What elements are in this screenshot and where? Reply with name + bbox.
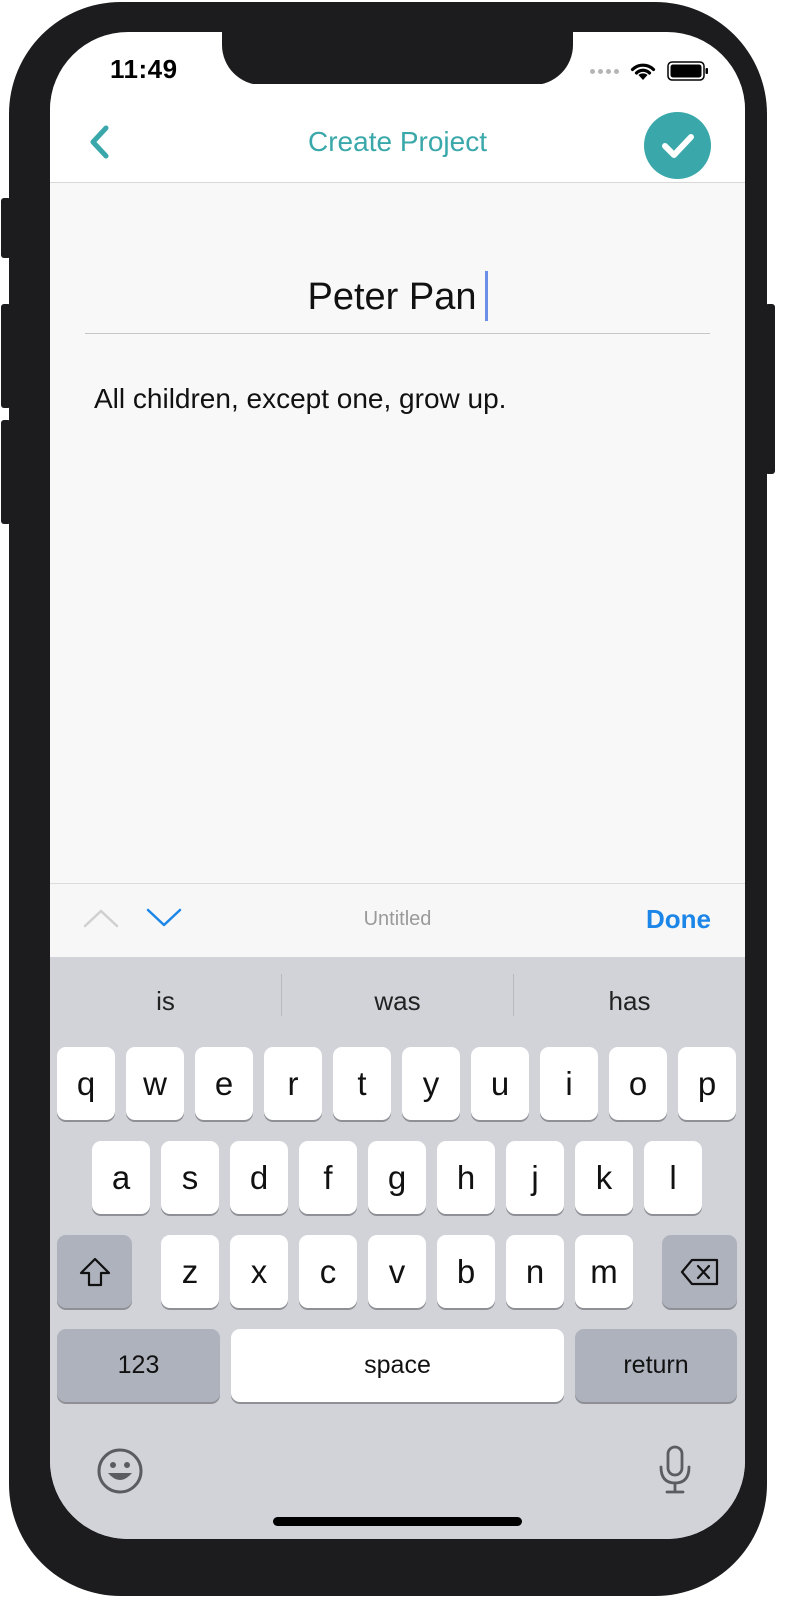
- status-icons: [590, 60, 709, 82]
- key-c[interactable]: c: [299, 1235, 357, 1308]
- space-key[interactable]: space: [231, 1329, 564, 1402]
- key-h[interactable]: h: [437, 1141, 495, 1214]
- phone-frame: 11:49 Create Project Peter Pan All child…: [9, 2, 767, 1596]
- suggestion-1[interactable]: is: [50, 957, 281, 1045]
- key-z[interactable]: z: [161, 1235, 219, 1308]
- key-r[interactable]: r: [264, 1047, 322, 1120]
- status-time: 11:49: [110, 54, 178, 84]
- key-a[interactable]: a: [92, 1141, 150, 1214]
- key-u[interactable]: u: [471, 1047, 529, 1120]
- keyboard-accessory-bar: Untitled Done: [50, 883, 745, 958]
- shift-key[interactable]: [57, 1235, 132, 1308]
- key-v[interactable]: v: [368, 1235, 426, 1308]
- key-x[interactable]: x: [230, 1235, 288, 1308]
- key-j[interactable]: j: [506, 1141, 564, 1214]
- emoji-icon: [97, 1448, 143, 1494]
- suggestion-2[interactable]: was: [282, 957, 513, 1045]
- return-key[interactable]: return: [575, 1329, 737, 1402]
- key-f[interactable]: f: [299, 1141, 357, 1214]
- cellular-signal-icon: [590, 68, 619, 74]
- editor-area: Peter Pan All children, except one, grow…: [50, 183, 745, 883]
- key-i[interactable]: i: [540, 1047, 598, 1120]
- key-g[interactable]: g: [368, 1141, 426, 1214]
- key-p[interactable]: p: [678, 1047, 736, 1120]
- checkmark-icon: [661, 133, 694, 158]
- key-w[interactable]: w: [126, 1047, 184, 1120]
- key-q[interactable]: q: [57, 1047, 115, 1120]
- backspace-icon: [680, 1258, 718, 1285]
- notch: [222, 32, 573, 85]
- accessory-field-label: Untitled: [363, 908, 432, 930]
- delete-key[interactable]: [662, 1235, 737, 1308]
- key-y[interactable]: y: [402, 1047, 460, 1120]
- key-o[interactable]: o: [609, 1047, 667, 1120]
- suggestion-3[interactable]: has: [514, 957, 745, 1045]
- project-description-input[interactable]: All children, except one, grow up.: [94, 383, 506, 415]
- confirm-button[interactable]: [644, 112, 711, 179]
- key-e[interactable]: e: [195, 1047, 253, 1120]
- project-title-value: Peter Pan: [307, 276, 477, 318]
- key-s[interactable]: s: [161, 1141, 219, 1214]
- dictation-button[interactable]: [658, 1445, 692, 1500]
- key-k[interactable]: k: [575, 1141, 633, 1214]
- battery-icon: [667, 61, 708, 81]
- numbers-key[interactable]: 123: [57, 1329, 220, 1402]
- shift-arrow-icon: [79, 1257, 110, 1286]
- home-indicator: [273, 1517, 522, 1526]
- key-t[interactable]: t: [333, 1047, 391, 1120]
- page-title: Create Project: [308, 126, 487, 157]
- key-d[interactable]: d: [230, 1141, 288, 1214]
- key-b[interactable]: b: [437, 1235, 495, 1308]
- project-title-input[interactable]: Peter Pan: [85, 265, 710, 334]
- key-l[interactable]: l: [644, 1141, 702, 1214]
- screen: 11:49 Create Project Peter Pan All child…: [50, 32, 745, 1539]
- navigation-bar: Create Project: [50, 84, 745, 183]
- keyboard: is was has q w e r t y u i o p a s d f g…: [50, 957, 745, 1539]
- microphone-icon: [659, 1445, 691, 1494]
- emoji-button[interactable]: [96, 1447, 144, 1500]
- text-caret: [484, 271, 488, 321]
- done-button[interactable]: Done: [646, 904, 711, 935]
- key-n[interactable]: n: [506, 1235, 564, 1308]
- wifi-icon: [630, 63, 656, 80]
- key-m[interactable]: m: [575, 1235, 633, 1308]
